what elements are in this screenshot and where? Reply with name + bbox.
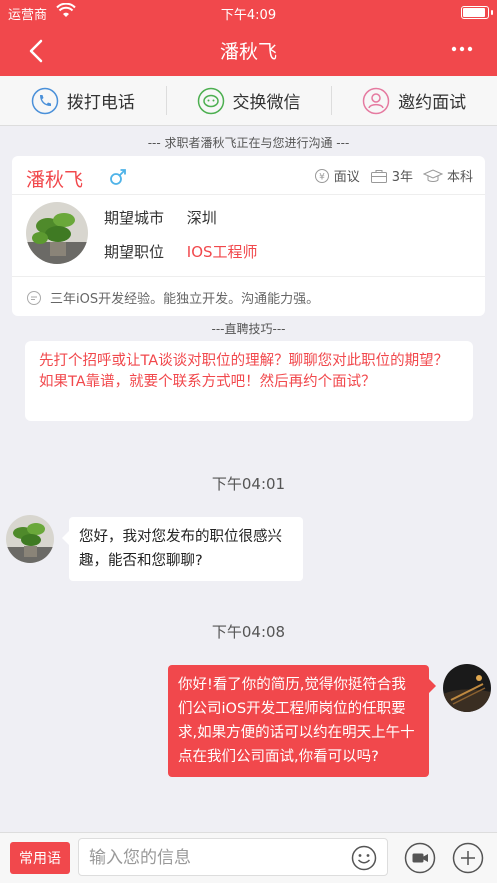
- expected-position-value: IOS工程师: [186, 243, 258, 261]
- message-bubble-outgoing[interactable]: 你好!看了你的简历,觉得你挺符合我们公司iOS开发工程师岗位的任职要求,如果方便…: [168, 665, 436, 777]
- invite-interview-label: 邀约面试: [398, 93, 467, 113]
- status-time: 下午4:09: [220, 8, 277, 23]
- experience-value: 3年: [391, 170, 413, 185]
- candidate-summary-text: 三年iOS开发经验。能独立开发。沟通能力强。: [50, 292, 320, 307]
- candidate-card[interactable]: 潘秋飞 ¥ 面议 3年 本科 期望城市 深圳 期望职位 IOS工程师 三年iOS…: [12, 156, 485, 316]
- navbar: 潘秋飞: [0, 24, 497, 76]
- experience-tag: 3年: [370, 166, 413, 185]
- candidate-name: 潘秋飞: [26, 169, 84, 191]
- education-value: 本科: [446, 170, 473, 185]
- education-tag: 本科: [422, 166, 473, 185]
- call-button[interactable]: 拨打电话: [0, 76, 166, 125]
- graduation-cap-icon: [422, 168, 443, 182]
- my-chat-avatar[interactable]: [443, 664, 491, 712]
- call-label: 拨打电话: [66, 93, 135, 113]
- card-divider: [12, 276, 485, 277]
- input-bar: 常用语: [0, 832, 497, 883]
- tips-card: 先打个招呼或让TA谈谈对职位的理解？聊聊您对此职位的期望？如果TA靠谱，就要个联…: [25, 341, 473, 421]
- expected-city-row: 期望城市 深圳: [104, 207, 217, 228]
- exchange-wechat-button[interactable]: 交换微信: [165, 76, 332, 125]
- video-icon[interactable]: [404, 842, 436, 874]
- action-bar: 拨打电话 交换微信 邀约面试: [0, 76, 497, 126]
- plus-icon[interactable]: [452, 842, 484, 874]
- chat-bubble-icon: [27, 290, 41, 305]
- salary-value: 面议: [333, 170, 360, 185]
- message-bubble-incoming[interactable]: 您好，我对您发布的职位很感兴趣，能否和您聊聊?: [62, 517, 303, 581]
- header: 运营商 下午4:09 潘秋飞: [0, 0, 497, 76]
- chat-notice: --- 求职者潘秋飞正在与您进行沟通 ---: [147, 136, 350, 150]
- expected-city-label: 期望城市: [104, 209, 165, 227]
- candidate-summary: 三年iOS开发经验。能独立开发。沟通能力强。: [26, 288, 319, 307]
- message-timestamp: 下午04:01: [211, 475, 286, 493]
- salary-tag: ¥ 面议: [314, 166, 360, 185]
- expected-position-row: 期望职位 IOS工程师: [104, 241, 258, 262]
- more-icon[interactable]: [447, 34, 477, 64]
- battery-icon: [461, 6, 493, 19]
- invite-interview-button[interactable]: 邀约面试: [331, 76, 497, 125]
- common-phrases-button[interactable]: 常用语: [10, 842, 70, 874]
- emoji-icon[interactable]: [351, 845, 377, 871]
- candidate-avatar[interactable]: [26, 202, 88, 264]
- phone-icon: [31, 87, 59, 114]
- salary-icon: ¥: [314, 168, 329, 183]
- candidate-chat-avatar[interactable]: [6, 515, 54, 563]
- male-icon: [110, 169, 126, 185]
- message-input-box[interactable]: [78, 838, 388, 876]
- wechat-icon: [197, 87, 224, 114]
- expected-city-value: 深圳: [186, 209, 217, 227]
- status-bar: 运营商 下午4:09: [0, 0, 497, 24]
- tips-heading: ---直聘技巧---: [211, 322, 286, 336]
- candidate-tags: ¥ 面议 3年 本科: [310, 166, 473, 185]
- page-title: 潘秋飞: [219, 41, 277, 63]
- svg-text:¥: ¥: [319, 172, 325, 182]
- exchange-wechat-label: 交换微信: [232, 93, 301, 113]
- expected-position-label: 期望职位: [104, 243, 165, 261]
- message-timestamp: 下午04:08: [211, 623, 286, 641]
- user-icon: [362, 87, 390, 114]
- briefcase-icon: [370, 169, 387, 183]
- message-input[interactable]: [89, 843, 344, 873]
- card-divider: [12, 194, 485, 195]
